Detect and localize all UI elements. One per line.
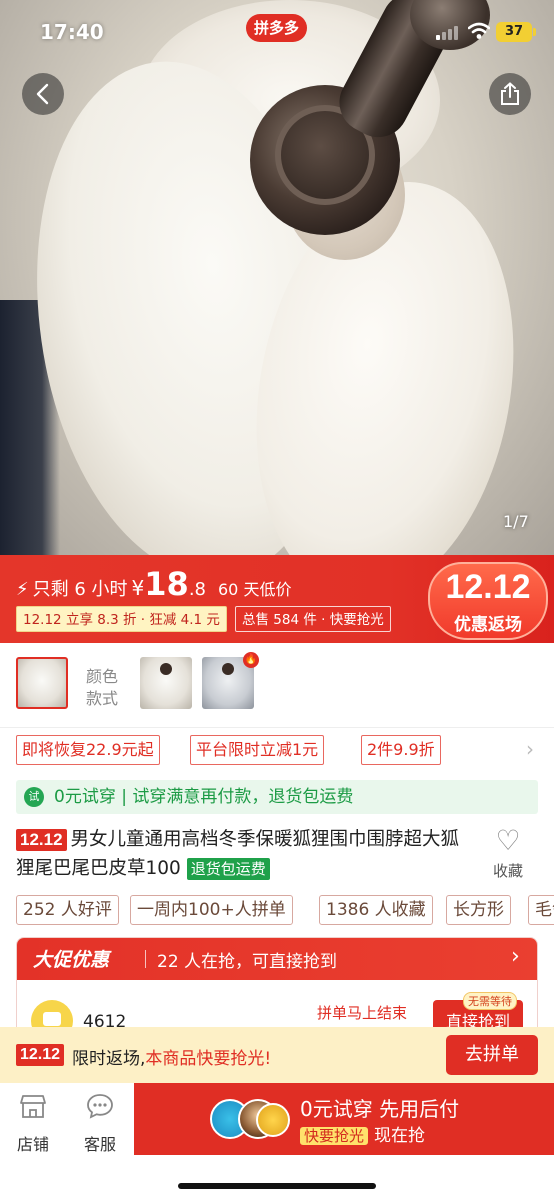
variant-selector: 颜色 款式 <box>0 643 554 727</box>
currency-symbol: ¥ <box>131 576 145 600</box>
info-chip: 1386 人收藏 <box>319 895 433 925</box>
free-trial-banner[interactable]: 试 0元试穿 | 试穿满意再付款，退货包运费 <box>16 780 538 814</box>
coupon-tag[interactable]: 平台限时立减1元 <box>190 735 325 765</box>
badge-big-text: 12.12 <box>445 568 531 606</box>
favorite-label: 收藏 <box>492 862 523 880</box>
store-label: 店铺 <box>16 1135 49 1154</box>
cta-pill: 快要抢光 <box>300 1127 369 1145</box>
strip-text-b: 本商品快要抢光! <box>145 1049 272 1069</box>
trial-icon: 试 <box>24 787 44 807</box>
gallery-pager: 1/7 <box>503 512 529 531</box>
promo-text: 22 人在抢，可直接抢到 <box>157 952 338 972</box>
color-label: 颜色 <box>86 667 119 686</box>
price-integer: 18 <box>144 565 189 603</box>
status-bar: 17:40 拼多多 37 <box>0 0 554 60</box>
product-title-block: 12.12 男女儿童通用高档冬季保暖狐狸围巾围脖超大狐狸尾巴尾巴皮草100 退货包… <box>16 825 466 883</box>
group-ending-text: 拼单马上结束 <box>317 1004 408 1022</box>
strip-text-a: 限时返场, <box>72 1049 146 1069</box>
cta-line2-text: 现在抢 <box>374 1126 426 1146</box>
group-buy-button[interactable]: 去拼单 <box>446 1035 538 1075</box>
promo-header[interactable]: 大促优惠 22 人在抢，可直接抢到 › <box>17 938 537 980</box>
discount-tag: 12.12 立享 8.3 折 · 狂减 4.1 元 <box>16 606 227 632</box>
no-wait-badge: 无需等待 <box>463 992 517 1010</box>
buyer-avatar <box>256 1103 290 1137</box>
try-first-pay-later-button[interactable]: 0元试穿 先用后付 快要抢光 现在抢 <box>134 1083 554 1155</box>
promo-1212-badge: 12.12 优惠返场 <box>428 556 550 644</box>
title-1212-badge: 12.12 <box>16 829 67 851</box>
back-button[interactable] <box>22 73 64 115</box>
share-icon <box>501 82 519 105</box>
store-tab[interactable]: 店铺 <box>3 1093 63 1155</box>
heart-icon: ♡ <box>495 824 521 857</box>
service-label: 客服 <box>83 1135 116 1154</box>
cta-line1: 0元试穿 先用后付 <box>300 1097 460 1121</box>
style-label: 款式 <box>86 689 119 708</box>
app-badge: 拼多多 <box>246 14 308 42</box>
battery-icon: 37 <box>496 22 536 42</box>
variant-thumb-selected[interactable] <box>16 657 68 709</box>
chevron-right-icon: › <box>511 944 520 969</box>
info-chip: 长方形 <box>446 895 511 925</box>
wifi-icon <box>468 22 490 39</box>
chevron-right-icon[interactable]: › <box>526 737 534 761</box>
cta-line2: 快要抢光 现在抢 <box>300 1121 425 1146</box>
low-price-label: 60 天低价 <box>218 580 292 599</box>
chat-icon <box>87 1094 113 1119</box>
info-chip: 毛领 <box>528 895 554 925</box>
limited-return-strip: 12.12 限时返场,本商品快要抢光! 去拼单 <box>0 1027 554 1083</box>
service-tab[interactable]: 客服 <box>70 1093 130 1155</box>
coupon-tag[interactable]: 即将恢复22.9元起 <box>16 735 160 765</box>
coupon-tag[interactable]: 2件9.9折 <box>361 735 441 765</box>
signal-icon <box>436 24 460 40</box>
price-decimal: .8 <box>188 579 206 600</box>
variant-thumb[interactable] <box>140 657 192 709</box>
status-time: 17:40 <box>40 20 104 44</box>
chevron-left-icon <box>36 83 49 105</box>
flash-sale-line: ⚡ 只剩 6 小时 ¥ 18 .8 60 天低价 <box>16 565 292 603</box>
promo-card[interactable]: 大促优惠 22 人在抢，可直接抢到 › 4612 拼单马上结束 直接抢到 无需等… <box>16 937 538 1037</box>
time-remaining: 只剩 6 小时 <box>32 579 128 600</box>
favorite-button[interactable]: ♡ 收藏 <box>486 826 530 881</box>
info-chip: 252 人好评 <box>16 895 119 925</box>
trial-text: 0元试穿 | 试穿满意再付款，退货包运费 <box>54 787 354 807</box>
promo-logo: 大促优惠 <box>33 949 110 971</box>
strip-1212-badge: 12.12 <box>16 1044 65 1066</box>
promo-separator <box>145 950 146 968</box>
badge-small-text: 优惠返场 <box>454 615 522 635</box>
info-chip: 一周内100+人拼单 <box>130 895 293 925</box>
strip-text: 限时返场,本商品快要抢光! <box>72 1044 271 1069</box>
share-button[interactable] <box>489 73 531 115</box>
flame-icon: 🔥 <box>243 652 259 668</box>
lightning-icon: ⚡ <box>16 579 29 600</box>
divider <box>0 727 554 728</box>
product-photo[interactable] <box>0 0 554 555</box>
home-indicator[interactable] <box>178 1183 376 1189</box>
sales-tag: 总售 584 件 · 快要抢光 <box>235 606 391 632</box>
return-shipping-tag: 退货包运费 <box>186 858 270 880</box>
store-icon <box>20 1095 46 1118</box>
